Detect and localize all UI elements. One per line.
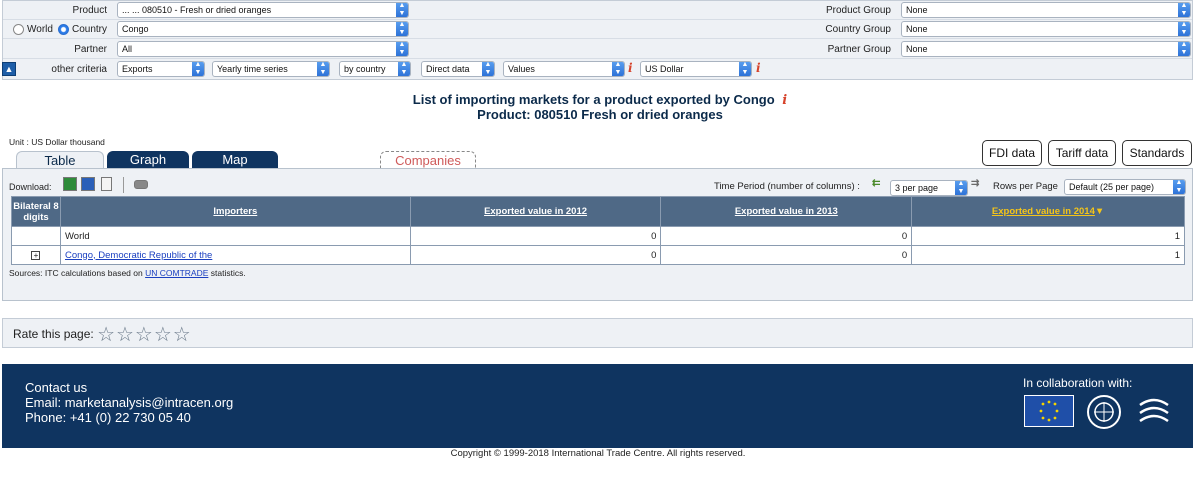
- series-select[interactable]: Yearly time series ▲ ▼: [212, 61, 330, 77]
- value-cell: 0: [660, 245, 913, 265]
- title-info-icon[interactable]: i: [782, 93, 787, 108]
- more-columns-icon[interactable]: ⇉: [971, 178, 979, 189]
- un-comtrade-link[interactable]: UN COMTRADE: [145, 268, 208, 278]
- measure-info-icon[interactable]: i: [628, 61, 633, 75]
- bilateral-cell: [11, 226, 61, 246]
- toolbar-divider: [123, 177, 124, 193]
- partner-select[interactable]: All ▲ ▼: [117, 41, 409, 57]
- bilateral-header: Bilateral 8 digits: [11, 196, 61, 227]
- eu-flag-icon[interactable]: [1024, 395, 1074, 427]
- country-label: Country: [72, 24, 108, 35]
- by-select[interactable]: by country ▲ ▼: [339, 61, 411, 77]
- tab-graph[interactable]: Graph: [107, 151, 189, 169]
- country-radio[interactable]: [58, 24, 69, 35]
- importer-name: World: [59, 226, 411, 246]
- contact-phone: Phone: +41 (0) 22 730 05 40: [25, 410, 191, 425]
- value-cell: 0: [409, 226, 662, 246]
- page-subtitle: Product: 080510 Fresh or dried oranges: [477, 107, 723, 122]
- standards-button[interactable]: Standards: [1122, 140, 1192, 166]
- wto-logo-icon[interactable]: [1136, 395, 1170, 429]
- tariff-data-button[interactable]: Tariff data: [1048, 140, 1116, 166]
- partner-group-select[interactable]: None ▲ ▼: [901, 41, 1191, 57]
- value-cell: 0: [409, 245, 662, 265]
- table-row: World 0 0 1: [11, 226, 1185, 246]
- rows-per-page-label: Rows per Page: [993, 181, 1058, 192]
- fewer-columns-icon[interactable]: ⇇: [872, 178, 880, 189]
- data-type-select[interactable]: Direct data ▲ ▼: [421, 61, 495, 77]
- world-label: World: [27, 24, 53, 35]
- importers-table: Bilateral 8 digits Importers Exported va…: [11, 196, 1185, 265]
- partner-row: Partner All ▲ ▼ Partner Group None ▲ ▼: [3, 40, 1192, 59]
- contact-title: Contact us: [25, 380, 88, 395]
- table-header-row: Bilateral 8 digits Importers Exported va…: [11, 196, 1185, 227]
- value-cell: 0: [660, 226, 913, 246]
- product-group-select[interactable]: None ▲ ▼: [901, 2, 1191, 18]
- product-select[interactable]: ... ... 080510 - Fresh or dried oranges ▲…: [117, 2, 409, 18]
- currency-info-icon[interactable]: i: [756, 61, 761, 75]
- unit-label: Unit : US Dollar thousand: [9, 137, 105, 147]
- importers-header[interactable]: Importers: [59, 196, 411, 227]
- un-logo-icon[interactable]: [1087, 395, 1121, 429]
- product-row: Product ... ... 080510 - Fresh or dried …: [3, 1, 1192, 20]
- collapse-up-icon[interactable]: ▲: [2, 62, 16, 76]
- product-group-label: Product Group: [825, 5, 891, 16]
- rate-bar: Rate this page: ☆☆☆☆☆: [2, 318, 1193, 348]
- bookmark-icon[interactable]: [134, 180, 148, 189]
- value-2013-header[interactable]: Exported value in 2013: [660, 196, 913, 227]
- word-download-icon[interactable]: [81, 177, 95, 191]
- product-label: Product: [72, 5, 107, 16]
- collaboration-label: In collaboration with:: [1023, 376, 1133, 390]
- flow-select[interactable]: Exports ▲ ▼: [117, 61, 205, 77]
- footer: Contact us Email: marketanalysis@intrace…: [2, 364, 1193, 448]
- contact-email[interactable]: Email: marketanalysis@intracen.org: [25, 395, 233, 410]
- currency-select[interactable]: US Dollar ▲ ▼: [640, 61, 752, 77]
- value-2012-header[interactable]: Exported value in 2012: [409, 196, 662, 227]
- world-radio[interactable]: [13, 24, 24, 35]
- other-criteria-row: other criteria Exports ▲ ▼ Yearly time ser…: [3, 60, 1192, 79]
- per-page-select[interactable]: 3 per page ▲ ▼: [890, 180, 968, 196]
- tab-map[interactable]: Map: [192, 151, 278, 169]
- contact-block: Contact us Email: marketanalysis@intrace…: [25, 380, 233, 425]
- fdi-data-button[interactable]: FDI data: [982, 140, 1042, 166]
- measure-select[interactable]: Values ▲ ▼: [503, 61, 625, 77]
- partner-group-label: Partner Group: [827, 44, 891, 55]
- country-select[interactable]: Congo ▲ ▼: [117, 21, 409, 37]
- rows-per-page-select[interactable]: Default (25 per page) ▲ ▼: [1064, 179, 1186, 195]
- value-2014-header[interactable]: Exported value in 2014▼: [911, 196, 1185, 227]
- copyright: Copyright © 1999-2018 International Trad…: [450, 448, 746, 459]
- sources-note: Sources: ITC calculations based on UN CO…: [9, 268, 246, 278]
- other-criteria-label: other criteria: [51, 64, 107, 75]
- page-title: List of importing markets for a product …: [412, 92, 788, 108]
- value-cell: 1: [911, 245, 1185, 265]
- country-row: World Country Congo ▲ ▼ Country Group None…: [3, 20, 1192, 39]
- partner-label: Partner: [74, 44, 107, 55]
- time-period-label: Time Period (number of columns) :: [714, 181, 860, 192]
- tab-companies[interactable]: Companies: [380, 151, 476, 169]
- expand-icon[interactable]: +: [31, 250, 41, 260]
- rating-stars[interactable]: ☆☆☆☆☆: [97, 324, 192, 346]
- country-group-label: Country Group: [825, 24, 891, 35]
- download-label: Download:: [9, 182, 52, 192]
- tab-table[interactable]: Table: [16, 151, 104, 169]
- table-row: + Congo, Democratic Republic of the 0 0 …: [11, 245, 1185, 265]
- rate-label: Rate this page:: [13, 327, 94, 341]
- excel-download-icon[interactable]: [63, 177, 77, 191]
- country-group-select[interactable]: None ▲ ▼: [901, 21, 1191, 37]
- bilateral-cell: +: [11, 245, 61, 265]
- criteria-panel: Product ... ... 080510 - Fresh or dried …: [2, 0, 1193, 80]
- value-cell: 1: [911, 226, 1185, 246]
- importer-name[interactable]: Congo, Democratic Republic of the: [59, 245, 411, 265]
- text-download-icon[interactable]: [101, 177, 112, 191]
